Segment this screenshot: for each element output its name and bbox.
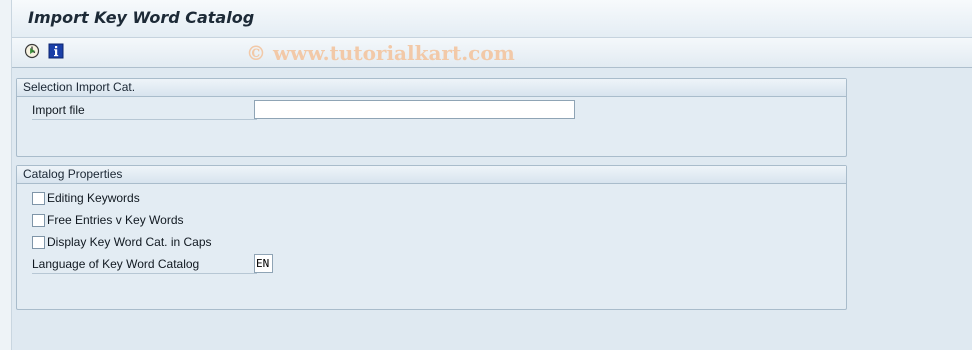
application-toolbar: © www.tutorialkart.com (12, 38, 972, 68)
catalog-group-header: Catalog Properties (17, 166, 846, 184)
display-caps-row: Display Key Word Cat. in Caps (32, 233, 212, 251)
selection-import-group: Selection Import Cat. Import file (16, 78, 847, 157)
free-entries-row: Free Entries v Key Words (32, 211, 184, 229)
import-file-label: Import file (32, 101, 257, 120)
free-entries-checkbox[interactable] (32, 213, 45, 227)
catalog-properties-group: Catalog Properties Editing Keywords Free… (16, 165, 847, 310)
title-bar: Import Key Word Catalog (12, 0, 972, 38)
left-frame-strip (0, 0, 12, 350)
selection-group-header: Selection Import Cat. (17, 79, 846, 97)
editing-keywords-row: Editing Keywords (32, 189, 140, 207)
free-entries-label: Free Entries v Key Words (47, 213, 184, 227)
editing-keywords-checkbox[interactable] (32, 191, 45, 205)
page-title: Import Key Word Catalog (28, 8, 255, 27)
watermark-text: © www.tutorialkart.com (246, 41, 515, 65)
info-icon[interactable] (48, 43, 64, 59)
display-caps-label: Display Key Word Cat. in Caps (47, 235, 212, 249)
language-label: Language of Key Word Catalog (32, 255, 257, 274)
import-file-row: Import file (32, 100, 257, 120)
editing-keywords-label: Editing Keywords (47, 191, 140, 205)
display-caps-checkbox[interactable] (32, 235, 45, 249)
main-content: Selection Import Cat. Import file Catalo… (12, 69, 972, 350)
execute-clock-icon[interactable] (24, 43, 40, 59)
import-file-input[interactable] (254, 100, 575, 119)
language-input[interactable]: EN (254, 254, 273, 273)
language-row: Language of Key Word Catalog (32, 254, 257, 274)
